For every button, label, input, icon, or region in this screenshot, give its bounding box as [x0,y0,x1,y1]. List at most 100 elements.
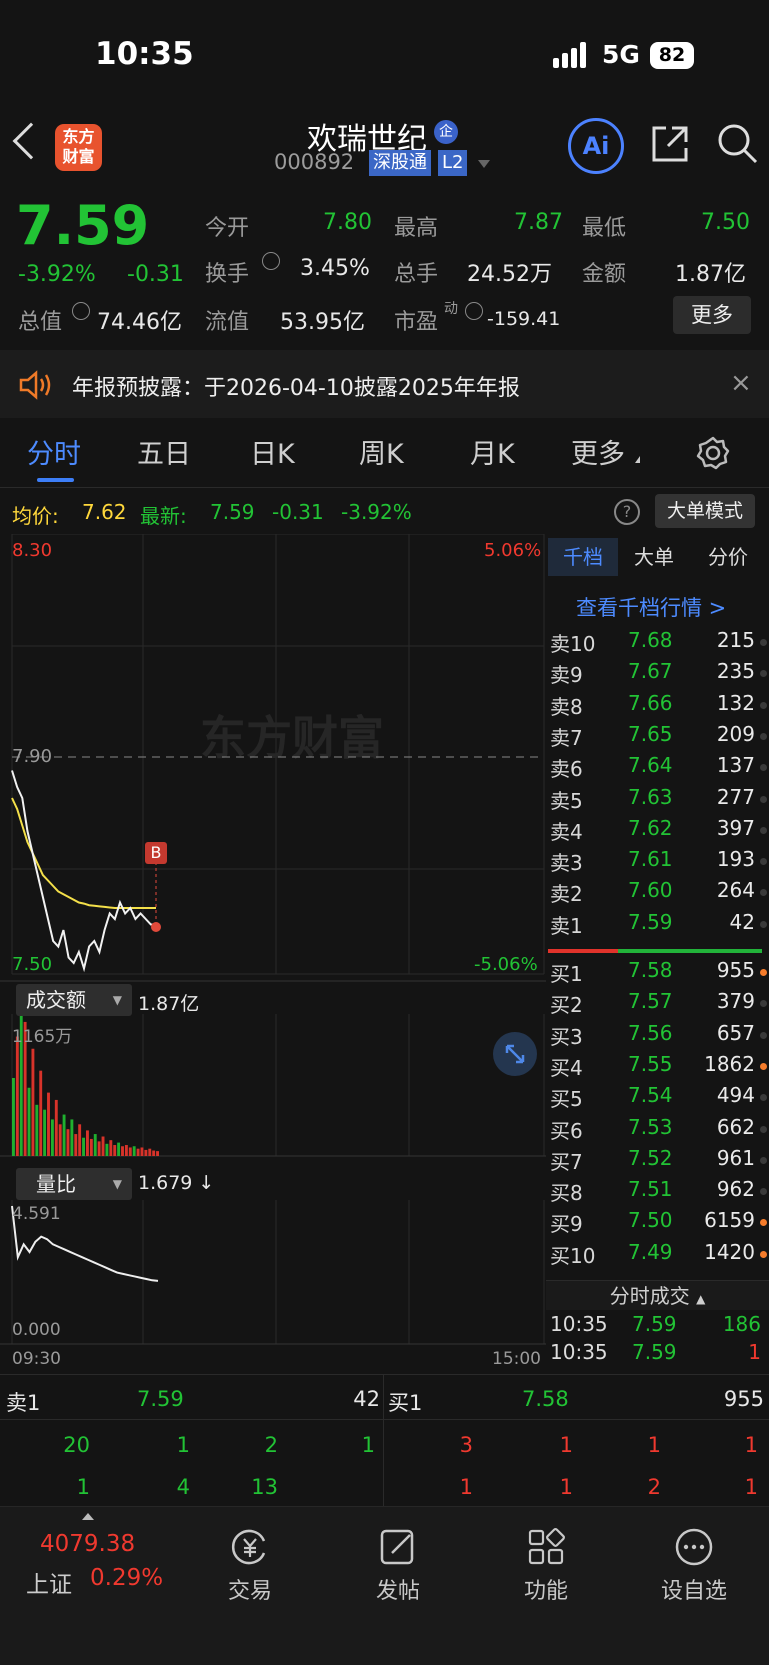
time-end-label: 15:00 [492,1349,541,1369]
expand-icon[interactable] [493,1032,537,1076]
buy1-label: 买1 [388,1391,423,1415]
level-label: 买3 [550,1024,583,1049]
bid-row[interactable]: 买8 7.51 962 [550,1177,767,1208]
bid-row[interactable]: 买4 7.55 1862 [550,1052,767,1083]
index-change: 0.29% [90,1565,164,1591]
queue-order: 13 [251,1475,278,1499]
bid-row[interactable]: 买5 7.54 494 [550,1083,767,1114]
info-icon[interactable] [72,302,90,320]
info-icon[interactable] [465,302,483,320]
level-volume: 277 [716,784,755,809]
volume-selector[interactable]: 成交额 ▼ [16,984,132,1016]
level-price: 7.60 [628,878,673,903]
sell1-price: 7.59 [137,1387,184,1411]
close-icon[interactable]: × [730,368,752,398]
big-order-mode-button[interactable]: 大单模式 [655,494,755,528]
nav-post[interactable]: 发帖 [338,1527,458,1605]
notice-bar[interactable]: 年报预披露：于2026-04-10披露2025年年报 × [0,350,769,418]
nav-trade-label: 交易 [227,1579,272,1604]
level-volume: 1420 [704,1239,755,1264]
ratio-value: 1.679 ↓ [138,1172,215,1194]
queue-order: 1 [459,1475,473,1499]
buy1-price: 7.58 [522,1387,569,1411]
level-volume: 397 [716,815,755,840]
share-icon[interactable] [650,124,688,162]
status-dot [760,1250,767,1258]
info-icon[interactable] [262,252,280,270]
chevron-down-icon[interactable] [478,160,490,168]
tick-price: 7.59 [632,1340,677,1364]
queue-order: 2 [647,1475,661,1499]
tick-volume: 186 [722,1312,761,1336]
thousand-levels-link[interactable]: 查看千档行情 > [576,592,726,622]
intraday-chart[interactable]: 东方财富 8.30 5.06% 7.90 7.50 -5.06% B 成交额 ▼ … [0,534,546,1374]
bid-row[interactable]: 买10 7.49 1420 [550,1239,767,1271]
tab-big-orders[interactable]: 大单 [634,538,674,576]
price-info-bar: 均价: 7.62 最新: 7.59 -0.31 -3.92% ? 大单模式 [0,490,769,534]
ticks-header[interactable]: 分时成交 ▲ [546,1280,769,1310]
help-icon[interactable]: ? [614,499,640,525]
ask-row[interactable]: 卖9 7.67 235 [550,659,767,690]
avg-value: 7.62 [82,500,127,524]
index-value[interactable]: 4079.38 [40,1531,135,1557]
bid-row[interactable]: 买6 7.53 662 [550,1115,767,1146]
bid-row[interactable]: 买9 7.50 6159 [550,1208,767,1239]
search-icon[interactable] [716,122,758,164]
chg-value: -0.31 [272,500,324,524]
tab-intraday[interactable]: 分时 [27,432,81,471]
nav-functions[interactable]: 功能 [486,1527,606,1605]
bid-row[interactable]: 买3 7.56 657 [550,1021,767,1052]
nav-watchlist[interactable]: 设自选 [634,1527,754,1605]
level-volume: 264 [716,878,755,903]
battery-icon: 82 [650,42,694,69]
level-label: 买8 [550,1181,583,1206]
tab-daily-k[interactable]: 日K [250,432,295,471]
chevron-up-icon[interactable] [82,1513,94,1520]
tab-monthly-k[interactable]: 月K [470,432,515,471]
tab-price-distribution[interactable]: 分价 [708,538,748,576]
ai-button[interactable]: Ai [568,118,624,174]
bid-row[interactable]: 买2 7.57 379 [550,989,767,1020]
ask-row[interactable]: 卖7 7.65 209 [550,722,767,753]
volume-bar [47,1092,50,1156]
level-label: 卖3 [550,851,583,876]
ask-row[interactable]: 卖5 7.63 277 [550,784,767,816]
ask-row[interactable]: 卖4 7.62 397 [550,815,767,847]
bottom-pct-label: -5.06% [474,954,538,975]
level-label: 卖10 [550,632,596,656]
pe-label: 市盈 [394,310,439,335]
avg-price-line [11,797,156,909]
dropdown-icon [635,456,640,463]
bid-row[interactable]: 买7 7.52 961 [550,1146,767,1177]
level-label: 买5 [550,1087,583,1112]
network-label: 5G [602,40,640,69]
queue-order: 1 [647,1433,661,1457]
settings-gear-icon[interactable] [695,435,731,471]
ask-row[interactable]: 卖3 7.61 193 [550,847,767,878]
tab-weekly-k[interactable]: 周K [359,432,404,471]
ratio-selector[interactable]: 量比 ▼ [16,1168,132,1200]
ask-row[interactable]: 卖10 7.68 215 [550,628,767,659]
ask-row[interactable]: 卖6 7.64 137 [550,753,767,784]
volume-bar [109,1140,113,1156]
volume-total: 1.87亿 [138,993,200,1015]
nav-trade[interactable]: 交易 [190,1527,310,1605]
back-arrow-icon[interactable] [12,122,50,160]
buy-marker[interactable]: B [145,842,167,864]
more-button[interactable]: 更多 [673,296,751,334]
queue-order: 1 [76,1475,90,1499]
tab-more[interactable]: 更多 [571,432,625,471]
volume-bar [156,1151,159,1156]
tab-five-day[interactable]: 五日 [137,432,191,471]
tab-thousand-levels[interactable]: 千档 [548,538,618,576]
volume-bar [89,1138,93,1156]
nav-watchlist-label: 设自选 [660,1579,727,1604]
bid-row[interactable]: 买1 7.58 955 [550,958,767,989]
ask-row[interactable]: 卖8 7.66 132 [550,691,767,722]
queue-order: 1 [744,1475,758,1499]
ask-row[interactable]: 卖2 7.60 264 [550,878,767,909]
app-logo[interactable]: 东方财富 [55,124,102,171]
ask-row[interactable]: 卖1 7.59 42 [550,910,767,941]
queue-order: 2 [264,1433,278,1457]
top-price-label: 8.30 [12,540,53,561]
